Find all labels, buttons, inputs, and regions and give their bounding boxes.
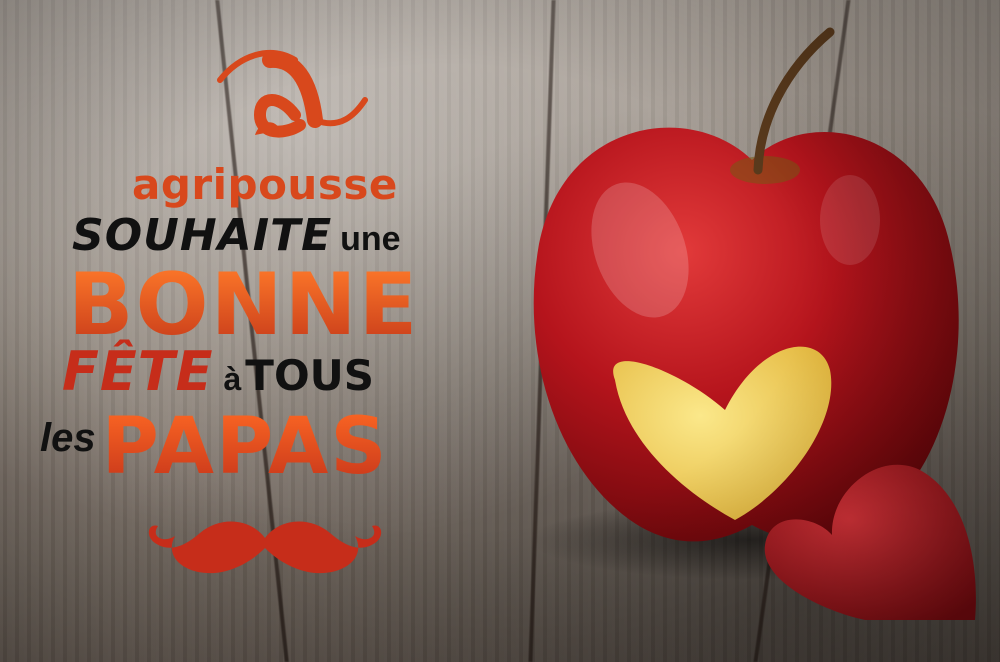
message-line-4: lesPAPAS (40, 402, 389, 492)
message-line-1: SOUHAITE une (72, 210, 401, 261)
word-tous: TOUS (245, 351, 375, 400)
mustache-icon (148, 521, 382, 574)
word-a: à (223, 361, 242, 397)
message-line-3: FÊTE àTOUS (62, 340, 374, 403)
word-les: les (40, 416, 96, 460)
brand-name: agripousse (132, 160, 398, 209)
word-bonne: BONNE (68, 255, 420, 355)
word-fete: FÊTE (62, 340, 214, 403)
word-papas: PAPAS (101, 402, 389, 492)
word-souhaite: SOUHAITE (72, 210, 333, 261)
greeting-card: agripousse SOUHAITE une BONNE FÊTE àTOUS l… (0, 0, 1000, 662)
agripousse-logo-icon (217, 49, 368, 138)
word-une: une (340, 220, 401, 258)
